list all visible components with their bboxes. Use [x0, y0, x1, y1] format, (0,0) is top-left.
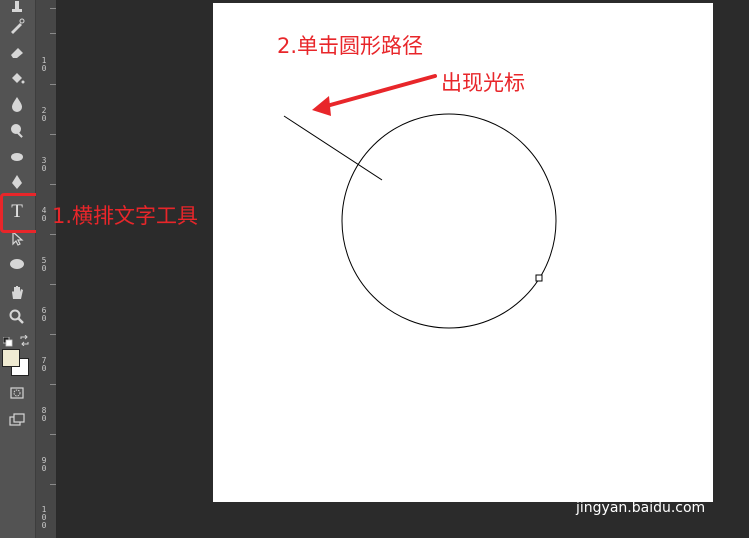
magnifier-icon [9, 309, 24, 324]
ruler-mark-900: 90 [41, 456, 47, 473]
pen-tool[interactable] [3, 170, 31, 194]
ruler-mark-700: 70 [41, 356, 47, 373]
ellipse-icon [10, 259, 24, 269]
sponge-tool[interactable] [3, 144, 31, 168]
ruler-mark-400: 40 [41, 206, 47, 223]
ruler-mark-800: 80 [41, 406, 47, 423]
history-brush-tool[interactable] [3, 14, 31, 38]
screen-mode-button[interactable] [3, 408, 31, 432]
quick-mask-button[interactable] [3, 381, 31, 405]
dodge-icon [11, 124, 23, 138]
ruler-mark-500: 50 [41, 256, 47, 273]
ruler-tick [50, 234, 56, 235]
ruler-tick [50, 33, 56, 34]
hand-icon [12, 286, 23, 299]
ruler-tick [50, 8, 56, 9]
annotation-cursor-appears: 出现光标 [441, 71, 525, 95]
tools-panel: T [0, 0, 36, 538]
ruler-tick [50, 284, 56, 285]
stamp-icon [12, 1, 22, 12]
vertical-ruler: 10 20 30 40 50 60 70 80 90 100 [36, 0, 57, 538]
type-tool-highlight [0, 193, 41, 233]
swap-colors-icon[interactable] [19, 333, 30, 351]
paint-bucket-icon [12, 73, 25, 84]
eraser-icon [11, 48, 23, 58]
ruler-tick [50, 184, 56, 185]
ibeam-pointer-line [283, 115, 383, 181]
ruler-tick [50, 484, 56, 485]
ellipse-tool[interactable] [3, 252, 31, 276]
red-arrow-shaft [321, 74, 437, 109]
pen-icon [12, 175, 22, 189]
annotation-step2: 2.单击圆形路径 [277, 34, 424, 58]
ruler-mark-100: 10 [41, 56, 47, 73]
paw-logo-icon [618, 466, 641, 488]
eraser-tool[interactable] [3, 40, 31, 64]
annotation-step1: 1.横排文字工具 [52, 204, 199, 228]
blur-tool[interactable] [3, 92, 31, 116]
watermark-brand-suffix: 经验 [644, 468, 689, 493]
ruler-mark-300: 30 [41, 156, 47, 173]
circle-path[interactable] [341, 113, 557, 329]
baidu-watermark: Bai 经验 [575, 462, 688, 494]
ruler-tick [50, 334, 56, 335]
ruler-mark-1000: 100 [41, 505, 47, 530]
ruler-mark-200: 20 [41, 106, 47, 123]
blur-drop-icon [12, 97, 22, 112]
ruler-tick [50, 434, 56, 435]
sponge-icon [11, 153, 23, 161]
history-brush-icon [11, 18, 25, 34]
watermark-brand: Bai [575, 465, 615, 491]
watermark-url: jingyan.baidu.com [576, 500, 706, 516]
zoom-tool[interactable] [3, 305, 31, 329]
path-anchor-point[interactable] [535, 274, 543, 282]
ruler-mark-600: 60 [41, 306, 47, 323]
screen-mode-icon [9, 413, 25, 426]
dodge-tool[interactable] [3, 118, 31, 142]
ruler-tick [50, 84, 56, 85]
quick-mask-icon [10, 387, 24, 399]
red-arrow-head [312, 96, 331, 116]
hand-tool[interactable] [3, 280, 31, 304]
ruler-tick [50, 384, 56, 385]
ruler-tick [50, 134, 56, 135]
foreground-color-swatch[interactable] [2, 349, 20, 367]
paint-bucket-tool[interactable] [3, 66, 31, 90]
